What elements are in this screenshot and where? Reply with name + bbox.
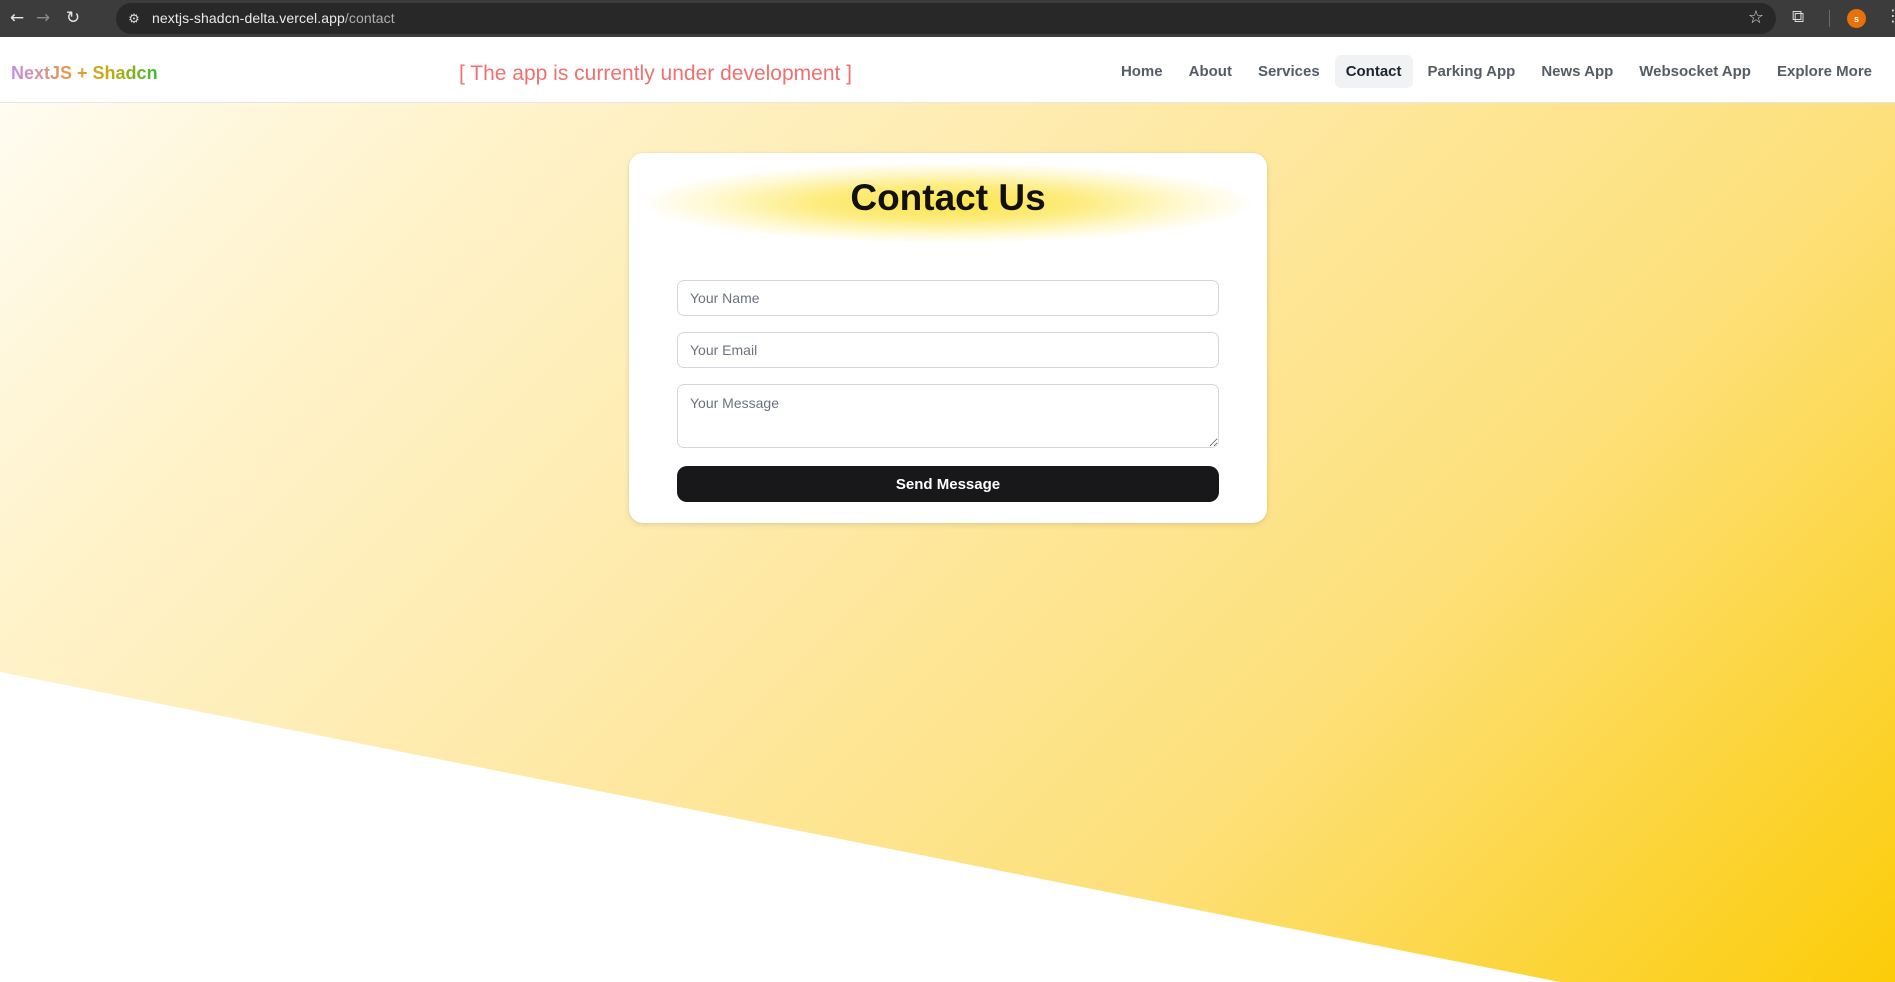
profile-avatar[interactable]: s [1847,9,1866,28]
extensions-icon[interactable]: ⧉ [1792,7,1812,29]
main-nav: Home About Services Contact Parking App … [1110,55,1883,88]
message-textarea[interactable] [677,384,1219,448]
nav-parking-app[interactable]: Parking App [1417,55,1527,88]
site-info-icon[interactable]: ⚙ [124,9,144,29]
nav-news-app[interactable]: News App [1530,55,1624,88]
email-input[interactable] [677,332,1219,368]
nav-explore-more[interactable]: Explore More [1766,55,1883,88]
bookmark-star-icon[interactable]: ☆ [1748,7,1764,28]
site-logo[interactable]: NextJS + Shadcn [11,63,158,84]
nav-home[interactable]: Home [1110,55,1174,88]
page: NextJS + Shadcn [ The app is currently u… [0,37,1895,982]
forward-icon[interactable]: → [32,7,54,29]
reload-icon[interactable]: ↻ [62,7,84,29]
page-title: Contact Us [850,177,1046,218]
url-host: nextjs-shadcn-delta.vercel.app [152,10,345,26]
url-path: /contact [344,10,395,26]
send-message-button[interactable]: Send Message [677,466,1219,502]
name-input[interactable] [677,280,1219,316]
nav-websocket-app[interactable]: Websocket App [1628,55,1762,88]
browser-menu-icon[interactable]: ⋮ [1885,6,1895,25]
site-header: NextJS + Shadcn [ The app is currently u… [0,37,1895,103]
nav-services[interactable]: Services [1247,55,1331,88]
url-text[interactable]: nextjs-shadcn-delta.vercel.app/contact [152,10,395,26]
development-banner: [ The app is currently under development… [459,62,853,85]
nav-contact[interactable]: Contact [1334,55,1413,88]
browser-toolbar: ← → ↻ ⚙ nextjs-shadcn-delta.vercel.app/c… [0,0,1895,37]
back-icon[interactable]: ← [6,7,28,29]
address-bar[interactable]: ⚙ nextjs-shadcn-delta.vercel.app/contact… [116,3,1776,34]
toolbar-divider [1829,10,1830,27]
nav-about[interactable]: About [1178,55,1243,88]
contact-card: Contact Us Send Message [629,153,1267,523]
